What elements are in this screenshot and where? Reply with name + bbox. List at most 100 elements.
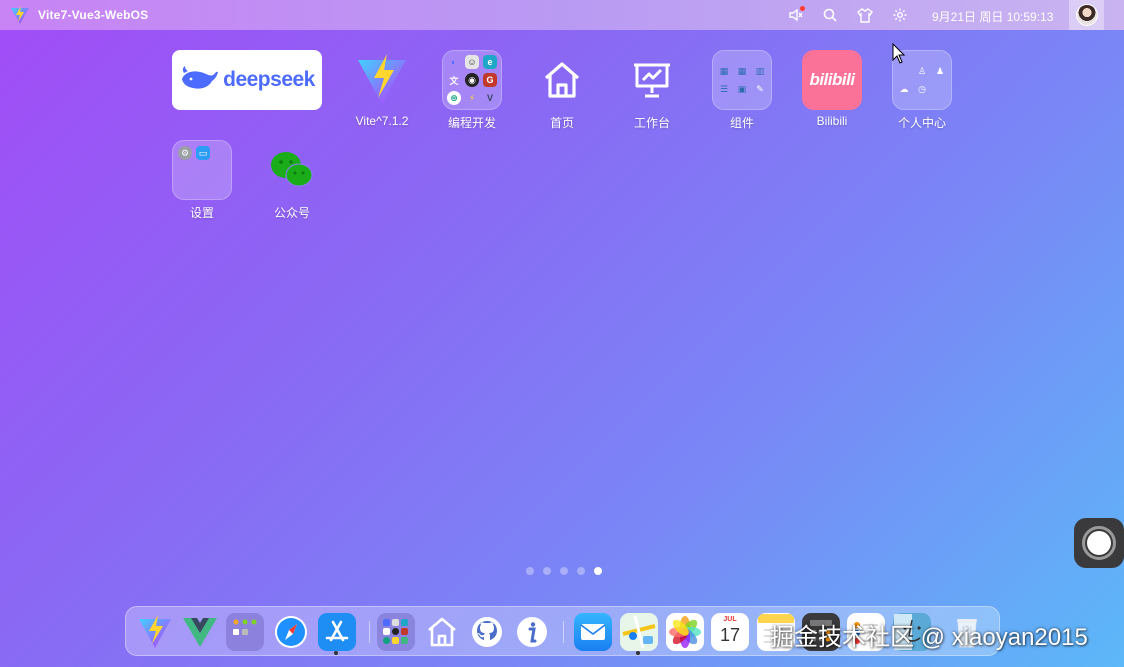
components-folder-app[interactable]: ▦ ▦ ▥ ☰ ▣ ✎ 组件 (702, 50, 782, 131)
deepseek-label: deepseek (223, 68, 315, 91)
app-label: Vite^7.1.2 (355, 114, 409, 128)
app-label: 个人中心 (897, 116, 946, 130)
grid-mini-icon: ▦ (737, 65, 747, 76)
dock-home[interactable] (423, 613, 461, 651)
home-icon (428, 617, 456, 647)
folder-icon: ⚙ ▭ (172, 140, 232, 200)
app-title: Vite7-Vue3-WebOS (38, 8, 149, 22)
avatar (1075, 4, 1098, 26)
page-dot[interactable] (560, 567, 568, 575)
dock-separator (369, 621, 370, 643)
github-mini-icon: ◉ (465, 73, 479, 87)
bilibili-app[interactable]: bilibili Bilibili (792, 50, 872, 128)
app-label: Bilibili (816, 114, 848, 128)
dock-safari[interactable] (272, 613, 310, 651)
openai-mini-icon: ⊛ (447, 91, 461, 105)
app-label: 编程开发 (447, 116, 496, 130)
wechat-icon (262, 140, 322, 200)
maps-running-indicator (636, 651, 640, 655)
page-dot[interactable] (543, 567, 551, 575)
dock-photos[interactable] (666, 613, 704, 651)
vue-mini-icon: V (486, 93, 493, 103)
dock-mail[interactable] (574, 613, 612, 651)
calendar-month: JUL (723, 616, 737, 623)
user-mini-icon: ♙ (917, 65, 927, 76)
clock-mini-icon: ◷ (918, 83, 926, 94)
mail-icon (580, 624, 606, 640)
app-label: 组件 (729, 116, 754, 130)
dashboard-icon (622, 50, 682, 110)
page-dot[interactable] (526, 567, 534, 575)
translate-mini-icon: 文 (449, 75, 459, 86)
home-icon (532, 50, 592, 110)
table-mini-icon: ▦ (719, 65, 729, 76)
bilibili-logo-text: bilibili (809, 70, 855, 89)
page-dot-active[interactable] (594, 567, 602, 575)
vite-mini-icon: ⚡ (468, 92, 476, 103)
dock-github[interactable] (468, 613, 506, 651)
settings-folder-app[interactable]: ⚙ ▭ 设置 (162, 140, 242, 221)
vite-icon (139, 615, 171, 648)
search-icon[interactable] (821, 6, 839, 24)
home-app[interactable]: 首页 (522, 50, 602, 131)
users-mini-icon: ♟ (935, 65, 945, 76)
maps-icon (622, 615, 656, 649)
app-label: 设置 (189, 206, 214, 220)
menu-bar: Vite7-Vue3-WebOS 9月21日 周日 10:59:13 (0, 0, 1124, 30)
dev-folder-icon (383, 619, 408, 644)
vite-icon (352, 50, 412, 110)
photos-icon (669, 616, 701, 648)
notification-dot (800, 6, 805, 11)
dock-app-store[interactable] (318, 613, 356, 651)
bilibili-icon: bilibili (802, 50, 862, 110)
info-icon (517, 617, 547, 647)
clock[interactable]: 9月21日 周日 10:59:13 (932, 8, 1053, 25)
gitee-mini-icon: G (483, 73, 497, 87)
calendar-day: 17 (719, 625, 741, 645)
edit-mini-icon: ✎ (756, 83, 764, 94)
settings-mini-icon: ⚙ (178, 146, 192, 160)
app-label: 公众号 (273, 206, 310, 220)
whale-icon (182, 66, 219, 89)
app-store-running-indicator (334, 651, 338, 655)
message-mini-icon: ▭ (196, 146, 210, 160)
dock-separator (563, 621, 564, 643)
folder-icon: ▦ ▦ ▥ ☰ ▣ ✎ (712, 50, 772, 110)
page-indicator (526, 567, 602, 575)
folder-icon: ◐ ☺ e 文 ◉ G ⊛ ⚡ V (442, 50, 502, 110)
deepseek-widget[interactable]: deepseek (172, 50, 322, 110)
gear-icon[interactable] (891, 6, 909, 24)
vue-icon (183, 618, 217, 647)
dock-apps-folder[interactable] (226, 613, 264, 651)
layout-mini-icon: ▥ (755, 65, 765, 76)
dock-dev-folder[interactable] (377, 613, 415, 651)
dock-maps[interactable] (620, 613, 658, 651)
user-avatar-button[interactable] (1069, 0, 1104, 30)
dock-calendar[interactable]: JUL 17 (711, 613, 749, 651)
dock-vue[interactable] (181, 613, 219, 651)
dashboard-app[interactable]: 工作台 (612, 50, 692, 131)
safari-icon (275, 616, 307, 648)
tshirt-icon[interactable] (856, 6, 874, 24)
speaker-icon[interactable] (787, 6, 805, 24)
deepseek-mini-icon: ◐ (451, 57, 457, 67)
list-mini-icon: ☰ (719, 83, 729, 94)
cursor-mini-icon (897, 64, 911, 78)
assistive-touch-button[interactable] (1074, 518, 1124, 568)
dock-vite[interactable] (136, 613, 174, 651)
dev-folder-app[interactable]: ◐ ☺ e 文 ◉ G ⊛ ⚡ V 编程开发 (432, 50, 512, 131)
page-dot[interactable] (577, 567, 585, 575)
github-icon (472, 617, 502, 647)
app-label: 首页 (549, 116, 574, 130)
apps-folder-icon (233, 619, 257, 635)
avatar-mini-icon: ☺ (465, 55, 479, 69)
assistive-ring-icon (1082, 526, 1116, 560)
vite-app[interactable]: Vite^7.1.2 (342, 50, 422, 128)
dock-info[interactable] (513, 613, 551, 651)
app-store-icon (325, 620, 349, 642)
wechat-app[interactable]: 公众号 (252, 140, 332, 221)
mouse-cursor-icon (892, 43, 906, 64)
app-label: 工作台 (633, 116, 670, 130)
vite-logo-icon[interactable] (10, 5, 30, 25)
qrcode-mini-icon: ▣ (737, 83, 747, 94)
